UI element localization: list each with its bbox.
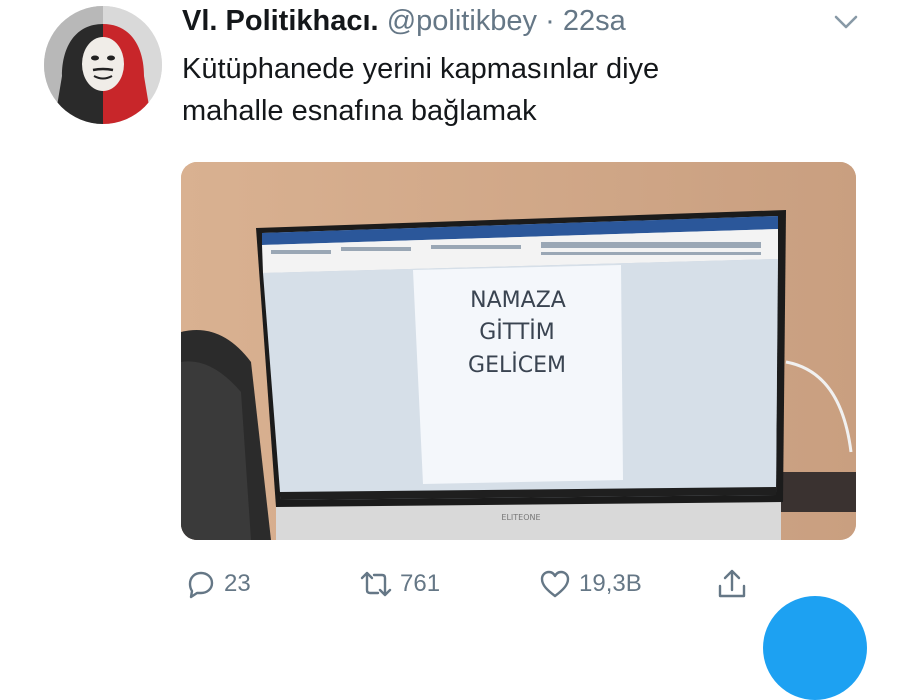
tweet-text: Kütüphanede yerini kapmasınlar diye maha… [182, 48, 872, 132]
screen-text-line: NAMAZA [470, 288, 566, 313]
reply-count: 23 [224, 570, 251, 597]
like-count: 19,3B [579, 570, 642, 597]
screen-text-line: GİTTİM [479, 319, 555, 345]
reply-icon [188, 571, 214, 599]
reply-button[interactable]: 23 [182, 562, 251, 606]
heart-icon [540, 570, 570, 598]
separator-dot: · [545, 5, 555, 37]
share-button[interactable] [714, 562, 750, 606]
retweet-button[interactable]: 761 [358, 562, 440, 606]
tweet-actions: 23 761 19,3B [182, 562, 762, 606]
share-icon [718, 569, 746, 598]
like-button[interactable]: 19,3B [537, 562, 642, 606]
display-name[interactable]: Vl. Politikhacı. [182, 5, 379, 37]
tweet-photo[interactable]: ELITEONE NAMAZA GİTTİM GELİCEM [181, 162, 856, 540]
tweet-text-line: Kütüphanede yerini kapmasınlar diye [182, 53, 660, 85]
retweet-count: 761 [400, 570, 441, 597]
retweet-icon [360, 571, 392, 597]
avatar-image [44, 6, 162, 124]
screen-text-line: GELİCEM [468, 352, 566, 378]
tweet-text-line: mahalle esnafına bağlamak [182, 95, 537, 127]
monitor-brand: ELITEONE [501, 513, 540, 522]
compose-tweet-button[interactable] [763, 596, 867, 700]
timestamp[interactable]: 22sa [563, 5, 626, 37]
chevron-down-icon[interactable] [832, 8, 860, 36]
monitor-photo: ELITEONE NAMAZA GİTTİM GELİCEM [181, 162, 856, 540]
tweet-header: Vl. Politikhacı. @politikbey · 22sa [182, 4, 626, 38]
avatar[interactable] [44, 6, 162, 124]
user-handle[interactable]: @politikbey [387, 5, 537, 37]
